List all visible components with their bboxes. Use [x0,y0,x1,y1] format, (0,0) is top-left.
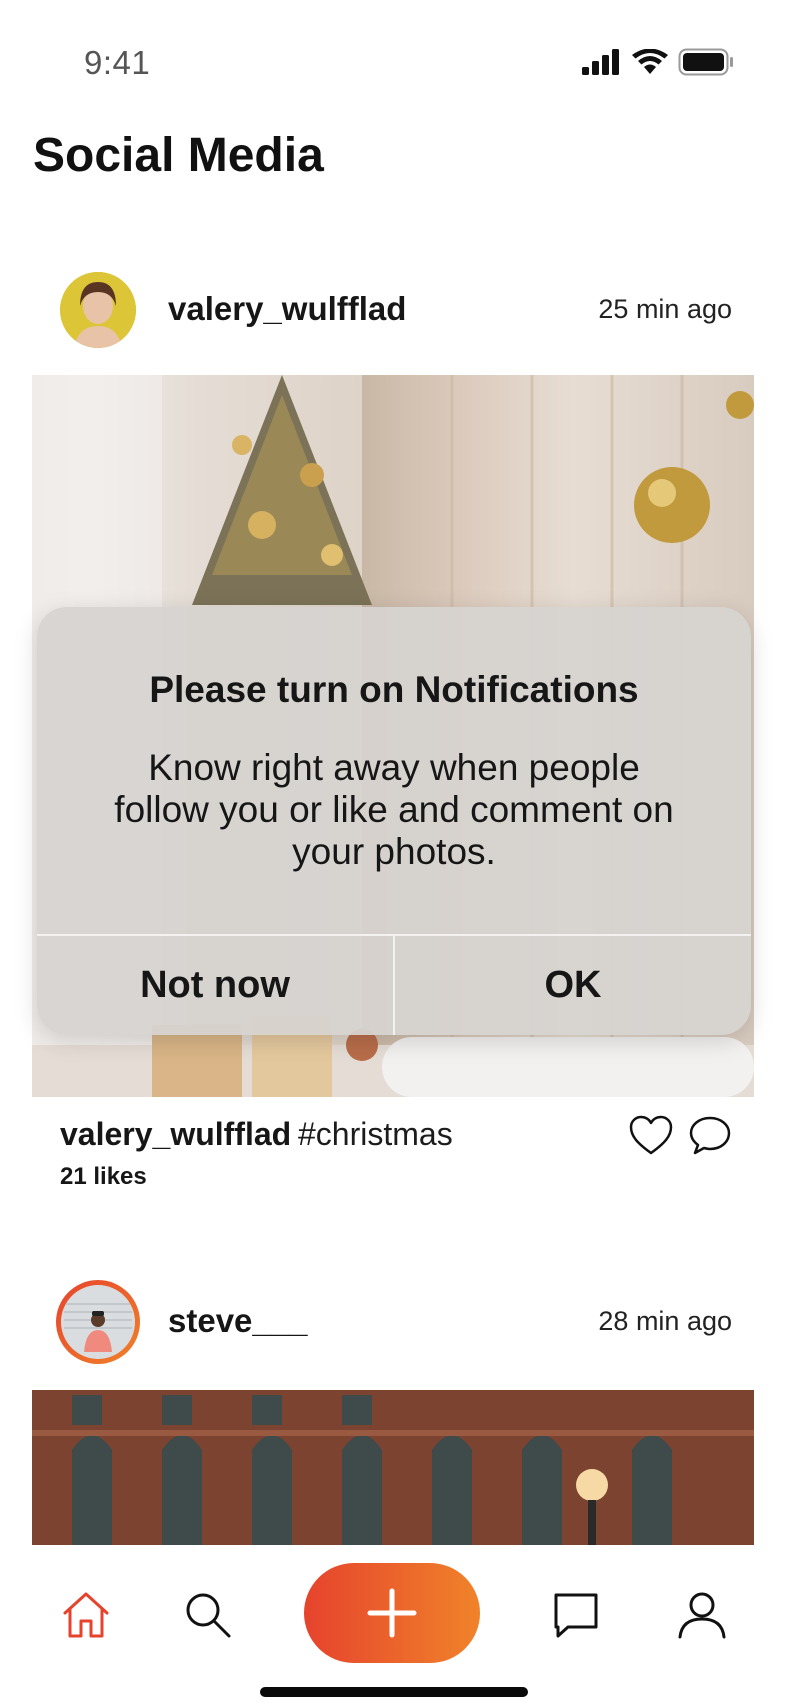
caption-hashtag[interactable]: #christmas [298,1116,453,1153]
battery-icon [678,48,733,76]
ok-button[interactable]: OK [395,936,751,1035]
post-username[interactable]: valery_wulfflad [168,290,406,328]
nav-home[interactable] [58,1587,114,1643]
post-actions [628,1114,732,1156]
avatar[interactable] [60,272,136,348]
caption-username[interactable]: valery_wulfflad [60,1116,291,1153]
person-photo [61,1285,135,1359]
not-now-button[interactable]: Not now [37,936,393,1035]
post-photo[interactable] [32,1390,754,1545]
dialog-message: Know right away when people follow you o… [114,747,674,872]
comment-icon[interactable] [688,1114,732,1156]
notification-dialog: Please turn on Notifications Know right … [37,607,751,1035]
nav-search[interactable] [180,1587,236,1643]
dialog-title: Please turn on Notifications [149,669,639,710]
post-time: 25 min ago [598,294,732,324]
home-indicator [260,1687,528,1697]
search-icon [186,1593,231,1638]
add-post-button[interactable] [304,1563,480,1663]
profile-icon [678,1592,726,1639]
status-icons [582,48,734,76]
home-icon [63,1592,109,1638]
add-icon [367,1588,417,1638]
building-scene [32,1390,754,1545]
post-username[interactable]: steve___ [168,1302,307,1340]
bottom-navigation [0,1545,786,1704]
nav-messages[interactable] [548,1587,604,1643]
page-title: Social Media [33,129,324,182]
wifi-icon [632,49,668,74]
chat-icon [554,1593,598,1638]
post-time: 28 min ago [598,1306,732,1336]
nav-profile[interactable] [674,1587,730,1643]
heart-icon[interactable] [628,1114,674,1156]
signal-icon [582,49,619,75]
avatar[interactable] [56,1280,140,1364]
person-photo [60,272,136,348]
likes-count[interactable]: 21 likes [60,1163,147,1191]
status-time: 9:41 [84,44,151,81]
